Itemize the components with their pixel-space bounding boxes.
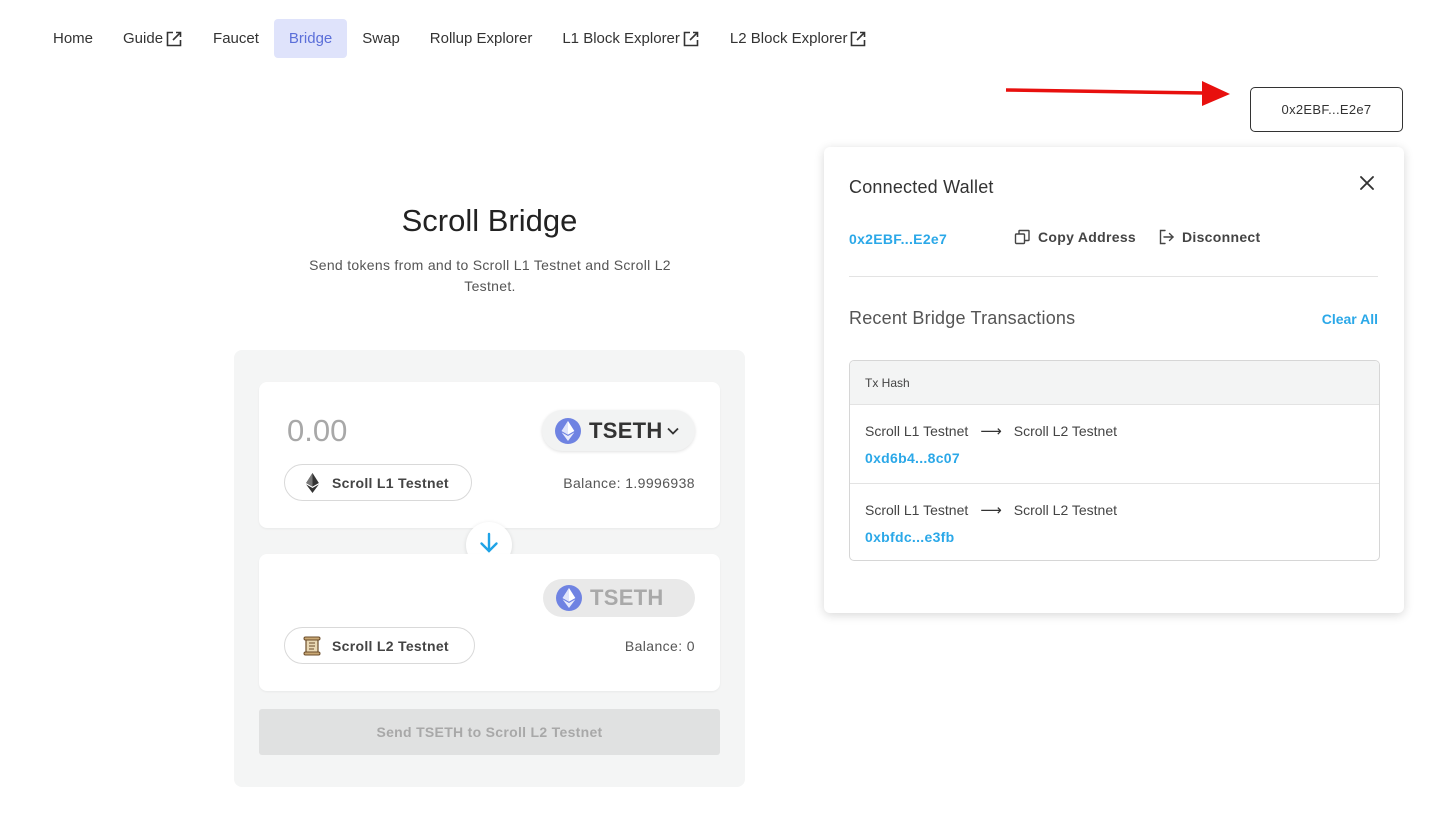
popover-title: Connected Wallet <box>849 177 994 197</box>
transactions-table: Tx Hash Scroll L1 Testnet ⟶ Scroll L2 Te… <box>849 360 1380 561</box>
arrow-right-icon: ⟶ <box>980 502 1002 519</box>
logout-icon <box>1159 229 1174 245</box>
from-token-select[interactable]: TSETH <box>542 410 695 451</box>
table-row: Scroll L1 Testnet ⟶ Scroll L2 Testnet 0x… <box>850 483 1379 560</box>
nav-guide[interactable]: Guide <box>108 19 198 58</box>
nav-l2-block-explorer-label: L2 Block Explorer <box>729 30 848 47</box>
to-token-display: TSETH <box>543 579 695 617</box>
nav-home-label: Home <box>53 30 94 47</box>
tx-route: Scroll L1 Testnet ⟶ Scroll L2 Testnet <box>865 422 1117 440</box>
tx-to-network: Scroll L2 Testnet <box>1013 423 1118 439</box>
disconnect-label: Disconnect <box>1182 229 1261 245</box>
to-card: TSETH Scroll L2 Testnet Balance: 0 <box>259 554 720 691</box>
wallet-address-button[interactable]: 0x2EBF...E2e7 <box>1250 87 1403 132</box>
nav-l1-block-explorer[interactable]: L1 Block Explorer <box>547 19 715 58</box>
tx-to-network: Scroll L2 Testnet <box>1013 502 1118 518</box>
nav-bridge[interactable]: Bridge <box>273 19 348 58</box>
external-link-icon <box>682 30 700 48</box>
send-button[interactable]: Send TSETH to Scroll L2 Testnet <box>259 709 720 755</box>
table-header: Tx Hash <box>850 361 1379 404</box>
nav-bridge-label: Bridge <box>288 30 333 47</box>
to-network-label: Scroll L2 Testnet <box>332 637 449 654</box>
from-card: TSETH Scroll L1 Testnet Balance: 1.99969… <box>259 382 720 528</box>
bridge-panel: TSETH Scroll L1 Testnet Balance: 1.99969… <box>234 350 745 787</box>
to-token-label: TSETH <box>590 585 664 610</box>
chevron-down-icon <box>666 427 679 435</box>
ethereum-icon <box>556 585 582 611</box>
nav-rollup-explorer-label: Rollup Explorer <box>429 30 533 47</box>
nav-guide-label: Guide <box>123 30 164 47</box>
from-token-label: TSETH <box>589 417 663 443</box>
from-network-label: Scroll L1 Testnet <box>332 474 449 491</box>
tx-route: Scroll L1 Testnet ⟶ Scroll L2 Testnet <box>865 501 1117 519</box>
top-nav: Home Guide Faucet Bridge Swap Rollup Exp… <box>38 19 882 58</box>
arrow-right-icon: ⟶ <box>980 423 1002 440</box>
nav-rollup-explorer[interactable]: Rollup Explorer <box>415 19 548 58</box>
annotation-arrow-icon <box>1005 81 1230 106</box>
scroll-icon <box>303 636 321 656</box>
clear-all-button[interactable]: Clear All <box>1322 311 1378 327</box>
from-balance: Balance: 1.9996938 <box>563 475 695 491</box>
amount-input[interactable] <box>287 410 487 452</box>
external-link-icon <box>165 30 183 48</box>
to-balance: Balance: 0 <box>624 638 695 654</box>
nav-home[interactable]: Home <box>38 19 108 58</box>
wallet-popover: Connected Wallet 0x2EBF...E2e7 Copy Addr… <box>824 147 1404 613</box>
from-network-select[interactable]: Scroll L1 Testnet <box>284 464 472 501</box>
tx-from-network: Scroll L1 Testnet <box>865 502 969 518</box>
nav-faucet-label: Faucet <box>213 30 259 47</box>
close-icon[interactable] <box>1358 174 1376 192</box>
ethereum-icon <box>303 472 321 493</box>
table-row: Scroll L1 Testnet ⟶ Scroll L2 Testnet 0x… <box>850 404 1379 483</box>
tx-hash-link[interactable]: 0xbfdc...e3fb <box>865 529 954 545</box>
copy-icon <box>1014 229 1030 245</box>
disconnect-button[interactable]: Disconnect <box>1158 229 1260 245</box>
to-network-select[interactable]: Scroll L2 Testnet <box>284 627 475 664</box>
nav-l1-block-explorer-label: L1 Block Explorer <box>562 30 680 47</box>
tx-hash-header: Tx Hash <box>865 375 910 390</box>
nav-swap[interactable]: Swap <box>347 19 415 58</box>
page-title: Scroll Bridge <box>401 203 578 238</box>
ethereum-icon <box>555 417 581 444</box>
tx-from-network: Scroll L1 Testnet <box>865 423 969 439</box>
page-subtitle: Send tokens from and to Scroll L1 Testne… <box>309 257 671 294</box>
nav-faucet[interactable]: Faucet <box>198 19 274 58</box>
nav-l2-block-explorer[interactable]: L2 Block Explorer <box>715 19 883 58</box>
divider <box>849 276 1378 277</box>
wallet-address-link[interactable]: 0x2EBF...E2e7 <box>849 231 947 247</box>
external-link-icon <box>849 30 867 48</box>
tx-hash-link[interactable]: 0xd6b4...8c07 <box>865 450 960 466</box>
copy-address-button[interactable]: Copy Address <box>1014 229 1136 245</box>
nav-swap-label: Swap <box>362 30 400 47</box>
copy-address-label: Copy Address <box>1038 229 1136 245</box>
recent-transactions-title: Recent Bridge Transactions <box>849 308 1076 328</box>
